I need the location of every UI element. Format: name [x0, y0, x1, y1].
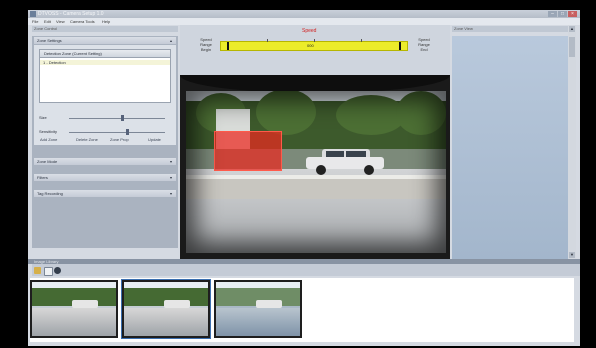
- size-slider-label: Size: [39, 115, 47, 120]
- vertical-scrollbar[interactable]: ▲ ▼: [568, 25, 576, 259]
- sensitivity-slider-knob[interactable]: [125, 129, 129, 135]
- zone-mode-section-header[interactable]: Zone Mode ▾: [34, 158, 176, 165]
- menu-file[interactable]: File: [32, 19, 38, 24]
- thumbnail[interactable]: [214, 280, 302, 338]
- speed-range-begin-label: Speed Range Begin: [200, 37, 212, 52]
- zone-settings-section-header[interactable]: Zone Settings ▴: [34, 37, 176, 44]
- left-panel-header: Zone Control: [32, 26, 178, 32]
- menu-camera-tools[interactable]: Camera Tools: [70, 19, 95, 24]
- collapse-icon: ▴: [169, 38, 172, 43]
- expand-icon: ▾: [169, 175, 172, 180]
- filters-title: Filters: [37, 175, 48, 180]
- image-icon[interactable]: [44, 267, 53, 276]
- sensitivity-slider[interactable]: Sensitivity: [39, 129, 169, 135]
- zone-settings-title: Zone Settings: [37, 38, 62, 43]
- menu-help[interactable]: Help: [102, 19, 110, 24]
- menu-bar: File Edit View Camera Tools Help: [28, 18, 580, 25]
- tag-recording-section-header[interactable]: Tag Recording ▾: [34, 190, 176, 197]
- speed-range-end-handle[interactable]: [399, 42, 402, 50]
- size-slider[interactable]: Size: [39, 115, 169, 121]
- size-slider-track[interactable]: [69, 118, 165, 119]
- sensitivity-slider-label: Sensitivity: [39, 129, 58, 134]
- tag-recording-title: Tag Recording: [37, 191, 63, 196]
- camera-view[interactable]: [180, 75, 450, 259]
- zone-list-header: Detection Zone (Current Setting): [40, 50, 170, 58]
- camera-image[interactable]: [186, 91, 446, 253]
- title-bar: DTVOSS - Camera Setup 1.0 – □ ×: [28, 10, 580, 18]
- expand-icon: ▾: [169, 191, 172, 196]
- zone-control-panel: Zone Settings ▴ Detection Zone (Current …: [32, 36, 178, 248]
- filters-section-header[interactable]: Filters ▾: [34, 174, 176, 181]
- thumbnail-selected[interactable]: [122, 280, 210, 338]
- sensitivity-slider-track[interactable]: [69, 132, 165, 133]
- camera-icon[interactable]: [54, 267, 61, 274]
- zone-prop-button[interactable]: Zone Prop: [110, 137, 129, 142]
- maximize-icon[interactable]: □: [558, 11, 567, 17]
- expand-icon: ▾: [169, 159, 172, 164]
- speed-tick: [314, 39, 315, 42]
- scroll-thumb[interactable]: [569, 37, 575, 57]
- vignette: [186, 91, 446, 253]
- speed-tick: [267, 39, 268, 42]
- speed-control: Speed Speed Range Begin Speed Range End …: [180, 25, 450, 75]
- scroll-up-icon[interactable]: ▲: [569, 26, 575, 32]
- application-window: DTVOSS - Camera Setup 1.0 – □ × File Edi…: [28, 10, 580, 346]
- zone-settings-body: Detection Zone (Current Setting) 1 - Det…: [34, 45, 176, 145]
- speed-title: Speed: [302, 28, 317, 34]
- add-zone-button[interactable]: Add Zone: [40, 137, 57, 142]
- speed-tick: [361, 39, 362, 42]
- speed-range-bar[interactable]: 000: [220, 39, 408, 51]
- speed-value: 000: [307, 43, 314, 48]
- update-button[interactable]: Update: [148, 137, 161, 142]
- window-title: DTVOSS - Camera Setup 1.0: [38, 11, 104, 17]
- delete-zone-button[interactable]: Delete Zone: [76, 137, 98, 142]
- minimize-icon[interactable]: –: [548, 11, 557, 17]
- folder-icon[interactable]: [34, 267, 41, 274]
- menu-view[interactable]: View: [56, 19, 65, 24]
- thumbnail[interactable]: [30, 280, 118, 338]
- size-slider-knob[interactable]: [120, 115, 124, 121]
- zone-mode-title: Zone Mode: [37, 159, 58, 164]
- speed-range-end-label: Speed Range End: [418, 37, 430, 52]
- zone-list[interactable]: Detection Zone (Current Setting) 1 - Det…: [39, 49, 171, 103]
- scroll-down-icon[interactable]: ▼: [569, 252, 575, 258]
- menu-edit[interactable]: Edit: [44, 19, 51, 24]
- app-icon: [30, 11, 36, 17]
- right-panel-header: Zone View: [452, 26, 568, 32]
- close-icon[interactable]: ×: [568, 11, 577, 17]
- zone-view-panel: [452, 36, 568, 259]
- thumbnail-strip: [30, 278, 574, 342]
- speed-range-begin-handle[interactable]: [226, 42, 229, 50]
- zone-list-item[interactable]: 1 - Detection: [40, 60, 170, 65]
- library-toolbar: [32, 264, 580, 276]
